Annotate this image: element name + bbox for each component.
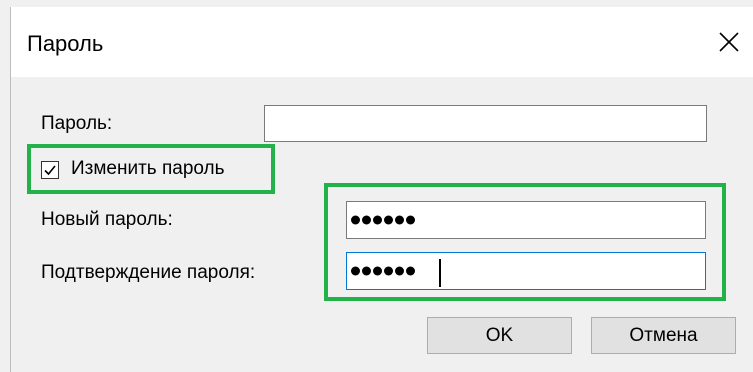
close-icon: [719, 32, 739, 52]
password-field[interactable]: [264, 105, 707, 142]
checkmark-icon: [44, 165, 56, 176]
dialog-window: Пароль Пароль: Изменить пароль Новый пар…: [0, 0, 753, 372]
confirm-password-label: Подтверждение пароля:: [41, 262, 256, 283]
dialog-title: Пароль: [27, 31, 104, 56]
new-password-mask: [351, 215, 415, 225]
new-password-label: Новый пароль:: [41, 209, 173, 230]
confirm-password-field[interactable]: [346, 252, 706, 290]
ok-button-label: OK: [485, 324, 514, 346]
close-button[interactable]: [712, 25, 746, 59]
password-label: Пароль:: [41, 113, 113, 134]
confirm-password-mask: [351, 266, 415, 276]
cancel-button-label: Отмена: [629, 324, 698, 346]
change-password-label[interactable]: Изменить пароль: [71, 158, 225, 180]
change-password-checkbox[interactable]: [41, 161, 59, 179]
dialog-body: Пароль: Изменить пароль Новый пароль: По…: [10, 77, 753, 372]
cancel-button[interactable]: Отмена: [591, 317, 736, 354]
ok-button[interactable]: OK: [427, 317, 572, 354]
new-password-field[interactable]: [346, 201, 706, 239]
background-window-fragment: [160, 0, 440, 7]
text-caret: [439, 259, 441, 287]
dialog-titlebar: Пароль: [10, 7, 753, 77]
